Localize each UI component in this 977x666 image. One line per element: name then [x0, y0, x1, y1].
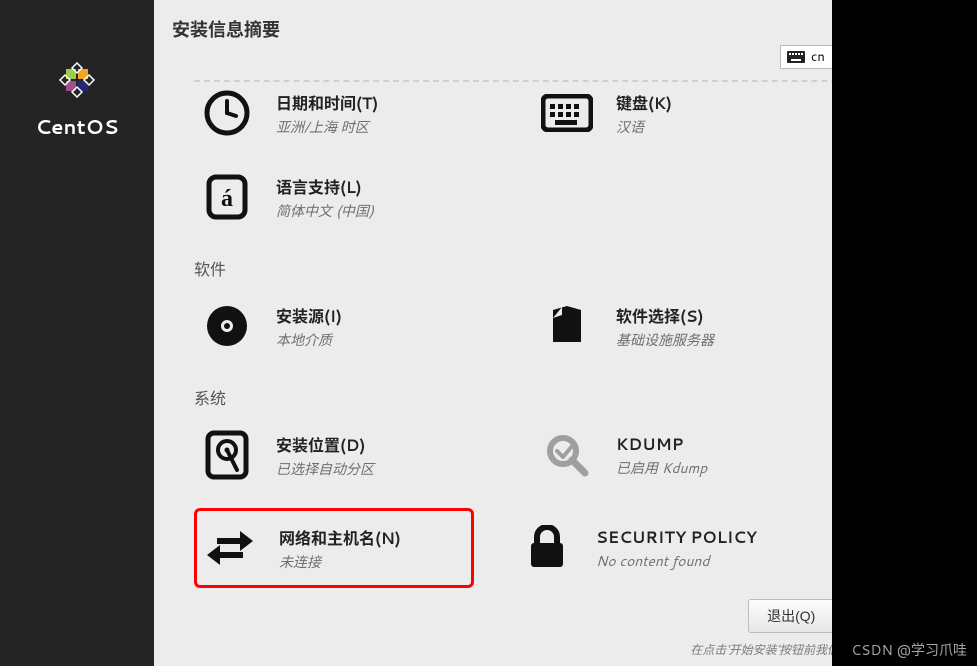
help-button[interactable]: 帮助！ [898, 43, 959, 70]
keyboard-title: 键盘(K) [616, 90, 672, 115]
sidebar: CentOS [0, 0, 154, 666]
item-kdump[interactable]: KDUMP 已启用 Kdump [534, 424, 834, 486]
centos-logo-icon [52, 55, 102, 105]
software-section-label: 软件 [194, 256, 957, 281]
source-title: 安装源(I) [276, 303, 342, 328]
network-sub: 未连接 [279, 552, 401, 572]
destination-title: 安装位置(D) [276, 432, 374, 457]
item-datetime[interactable]: 日期和时间(T) 亚洲/上海 时区 [194, 82, 494, 144]
selection-sub: 基础设施服务器 [616, 330, 714, 350]
keyboard-mini-icon [787, 51, 805, 63]
disc-icon [200, 299, 254, 353]
package-icon [540, 299, 594, 353]
item-keyboard[interactable]: 键盘(K) 汉语 [534, 82, 834, 144]
item-install-source[interactable]: 安装源(I) 本地介质 [194, 295, 494, 357]
item-destination[interactable]: 安装位置(D) 已选择自动分区 [194, 424, 494, 486]
item-language[interactable]: á 语言支持(L) 简体中文 (中国) [194, 166, 494, 228]
kdump-icon [540, 428, 594, 482]
keyboard-icon [540, 86, 594, 140]
harddisk-icon [200, 428, 254, 482]
security-sub: No content found [596, 551, 757, 571]
keyboard-sub: 汉语 [616, 117, 672, 137]
watermark: CSDN @学习爪哇 [851, 640, 967, 660]
brand-label: CentOS [35, 113, 118, 141]
item-security[interactable]: SECURITY POLICY No content found [514, 508, 814, 588]
network-title: 网络和主机名(N) [279, 525, 401, 550]
item-network[interactable]: 网络和主机名(N) 未连接 [194, 508, 474, 588]
language-title: 语言支持(L) [276, 174, 374, 199]
main-panel: 安装信息摘要 CENTOS 7 安装 cn 帮助！ [154, 0, 977, 666]
begin-install-button[interactable]: 开始安装(B) [846, 599, 959, 633]
install-label: CENTOS 7 安装 [780, 16, 959, 37]
security-title: SECURITY POLICY [596, 526, 757, 549]
svg-text:á: á [221, 186, 233, 212]
clock-icon [200, 86, 254, 140]
page-title: 安装信息摘要 [172, 16, 280, 42]
item-software-selection[interactable]: 软件选择(S) 基础设施服务器 [534, 295, 834, 357]
source-sub: 本地介质 [276, 330, 342, 350]
network-arrows-icon [203, 521, 257, 575]
selection-title: 软件选择(S) [616, 303, 714, 328]
kdump-sub: 已启用 Kdump [616, 458, 707, 478]
kdump-title: KDUMP [616, 433, 707, 456]
keyboard-layout-selector[interactable]: cn [780, 45, 890, 69]
language-icon: á [200, 170, 254, 224]
lock-icon [520, 521, 574, 575]
datetime-sub: 亚洲/上海 时区 [276, 117, 378, 137]
datetime-title: 日期和时间(T) [276, 90, 378, 115]
destination-sub: 已选择自动分区 [276, 459, 374, 479]
quit-button[interactable]: 退出(Q) [748, 599, 834, 633]
lang-code: cn [811, 48, 825, 66]
system-section-label: 系统 [194, 385, 957, 410]
language-sub: 简体中文 (中国) [276, 201, 374, 221]
